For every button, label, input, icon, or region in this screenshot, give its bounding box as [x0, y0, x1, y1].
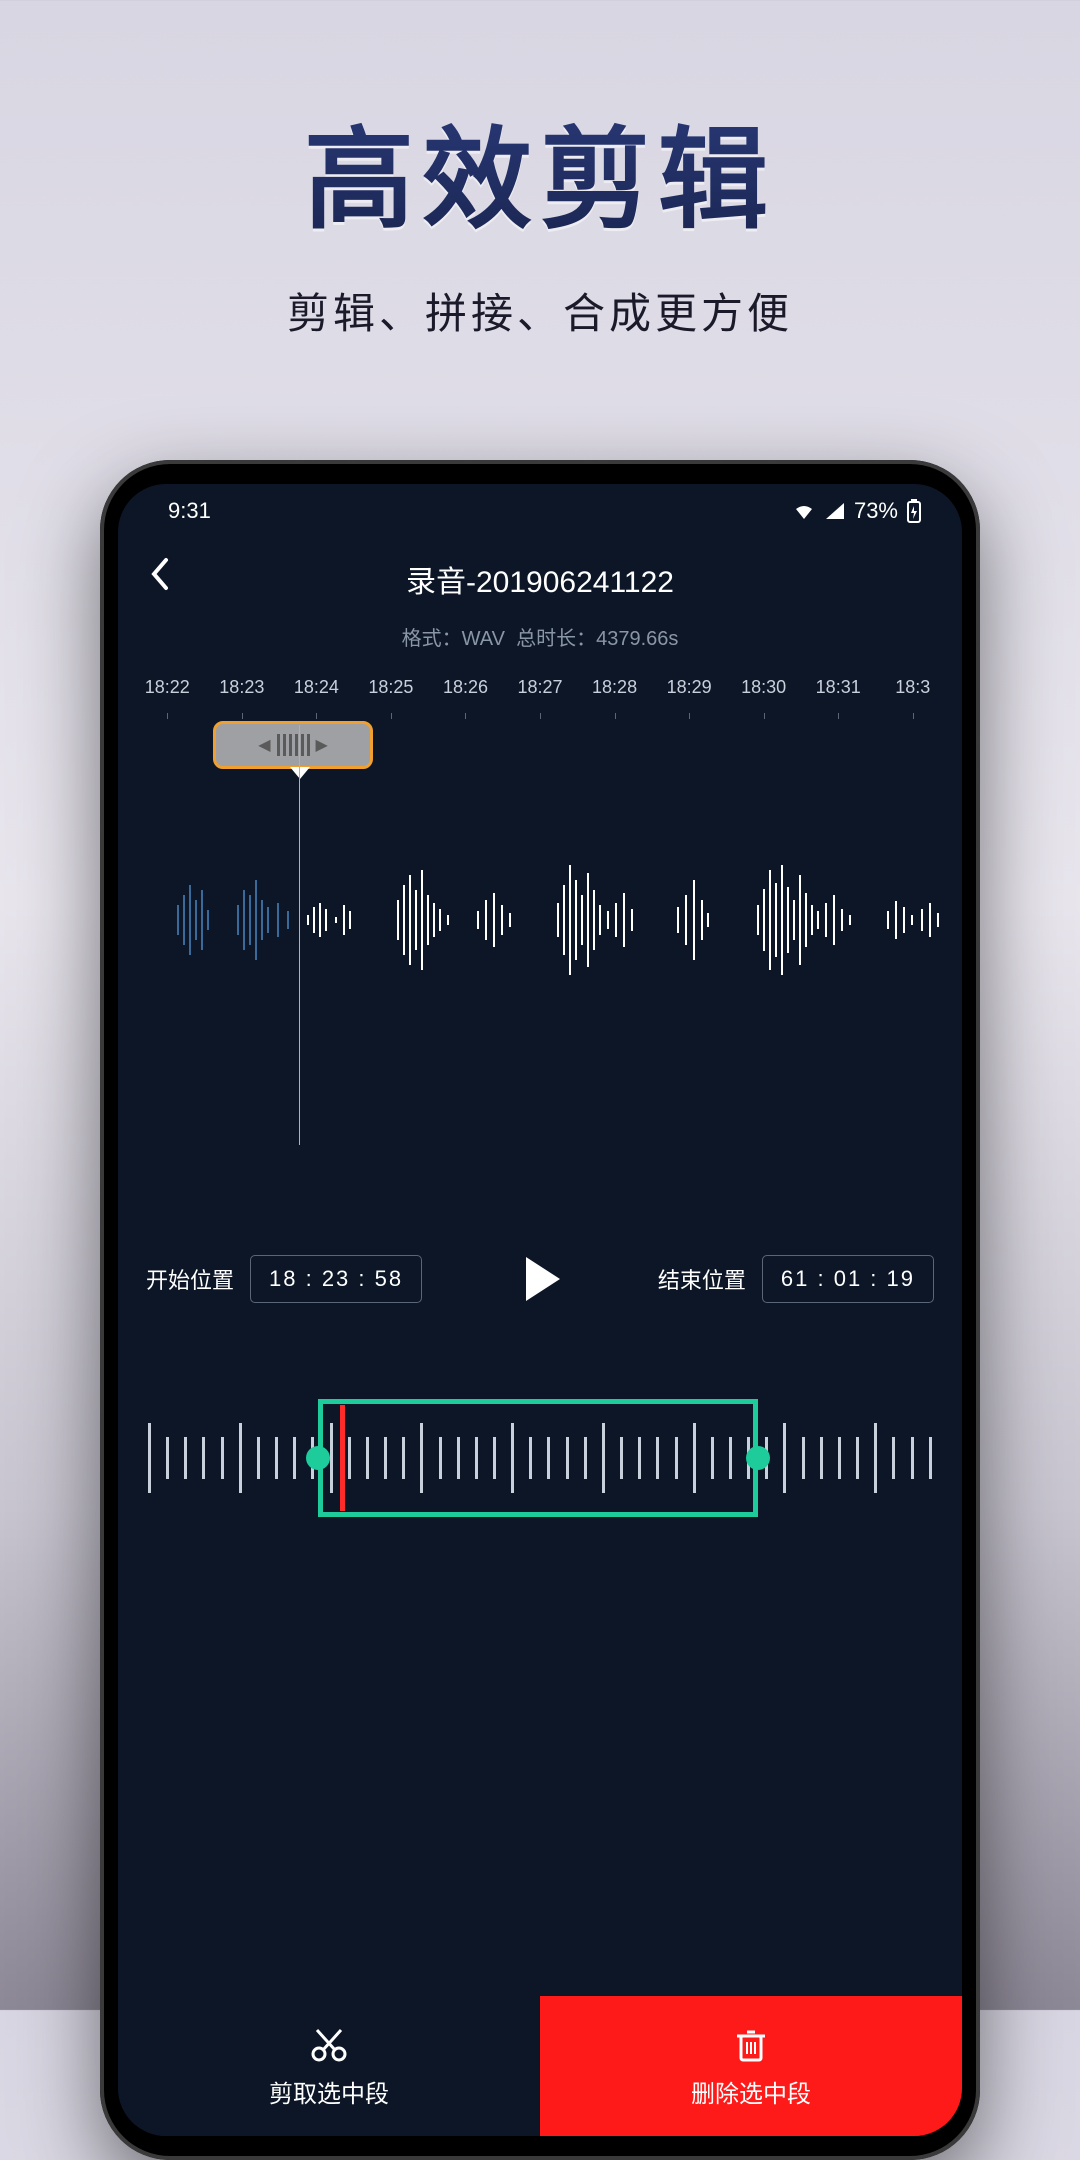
battery-icon	[906, 499, 922, 523]
bottom-actions: 剪取选中段 删除选中段	[118, 1996, 962, 2136]
ruler-tick: 18:29	[652, 677, 727, 713]
trash-icon	[731, 2024, 771, 2064]
waveform-icon	[118, 845, 958, 995]
range-handle-left[interactable]	[306, 1446, 330, 1470]
ruler-tick: 18:3	[875, 677, 950, 713]
status-bar: 9:31 73%	[118, 484, 962, 538]
app-header: 录音-201906241122	[118, 538, 962, 610]
range-slider[interactable]	[118, 1393, 962, 1523]
phone-screen: 9:31 73% 录音-201906241122 格式：WAV	[118, 484, 962, 2136]
play-button[interactable]	[526, 1257, 560, 1301]
wifi-icon	[792, 501, 816, 521]
cut-label: 剪取选中段	[269, 2074, 389, 2109]
meta-line: 格式：WAV 总时长：4379.66s	[118, 622, 962, 651]
timeline-ruler[interactable]: 18:22 18:23 18:24 18:25 18:26 18:27 18:2…	[118, 677, 962, 713]
scissors-icon	[309, 2024, 349, 2064]
chevron-right-icon: ▶	[316, 735, 328, 755]
status-time: 9:31	[168, 498, 211, 524]
slider-ticks	[148, 1423, 932, 1493]
end-position-label: 结束位置	[658, 1263, 746, 1295]
marketing-title: 高效剪辑	[0, 90, 1080, 250]
grip-icon	[277, 734, 310, 756]
ruler-tick: 18:30	[726, 677, 801, 713]
scrubber-zone: ◀ ▶	[118, 721, 962, 781]
ruler-tick: 18:28	[577, 677, 652, 713]
end-position-input[interactable]: 61 : 01 : 19	[762, 1255, 934, 1303]
delete-label: 删除选中段	[691, 2074, 811, 2109]
range-handle-right[interactable]	[746, 1446, 770, 1470]
scrubber-pointer-icon	[290, 767, 310, 779]
back-button[interactable]	[148, 556, 188, 602]
battery-percent: 73%	[854, 498, 898, 524]
ruler-tick: 18:25	[354, 677, 429, 713]
ruler-tick: 18:31	[801, 677, 876, 713]
chevron-left-icon: ◀	[258, 735, 270, 755]
ruler-tick: 18:22	[130, 677, 205, 713]
marketing-subtitle: 剪辑、拼接、合成更方便	[0, 280, 1080, 341]
signal-icon	[824, 501, 846, 521]
format-label: 格式：	[402, 628, 462, 650]
page-title: 录音-201906241122	[406, 557, 674, 601]
range-cursor[interactable]	[340, 1405, 345, 1511]
start-position-label: 开始位置	[146, 1263, 234, 1295]
waveform-area[interactable]	[118, 785, 962, 1115]
format-value: WAV	[462, 628, 505, 650]
duration-value: 4379.66s	[596, 628, 678, 650]
ruler-tick: 18:24	[279, 677, 354, 713]
delete-selection-button[interactable]: 删除选中段	[540, 1996, 962, 2136]
scrubber-handle[interactable]: ◀ ▶	[213, 721, 373, 769]
start-position-group: 开始位置 18 : 23 : 58	[146, 1255, 422, 1303]
ruler-tick: 18:26	[428, 677, 503, 713]
cut-selection-button[interactable]: 剪取选中段	[118, 1996, 540, 2136]
phone-frame: 9:31 73% 录音-201906241122 格式：WAV	[100, 460, 980, 2160]
end-position-group: 结束位置 61 : 01 : 19	[658, 1255, 934, 1303]
ruler-tick: 18:23	[205, 677, 280, 713]
start-position-input[interactable]: 18 : 23 : 58	[250, 1255, 422, 1303]
duration-label: 总时长：	[516, 628, 596, 650]
ruler-tick: 18:27	[503, 677, 578, 713]
controls-row: 开始位置 18 : 23 : 58 结束位置 61 : 01 : 19	[118, 1255, 962, 1303]
